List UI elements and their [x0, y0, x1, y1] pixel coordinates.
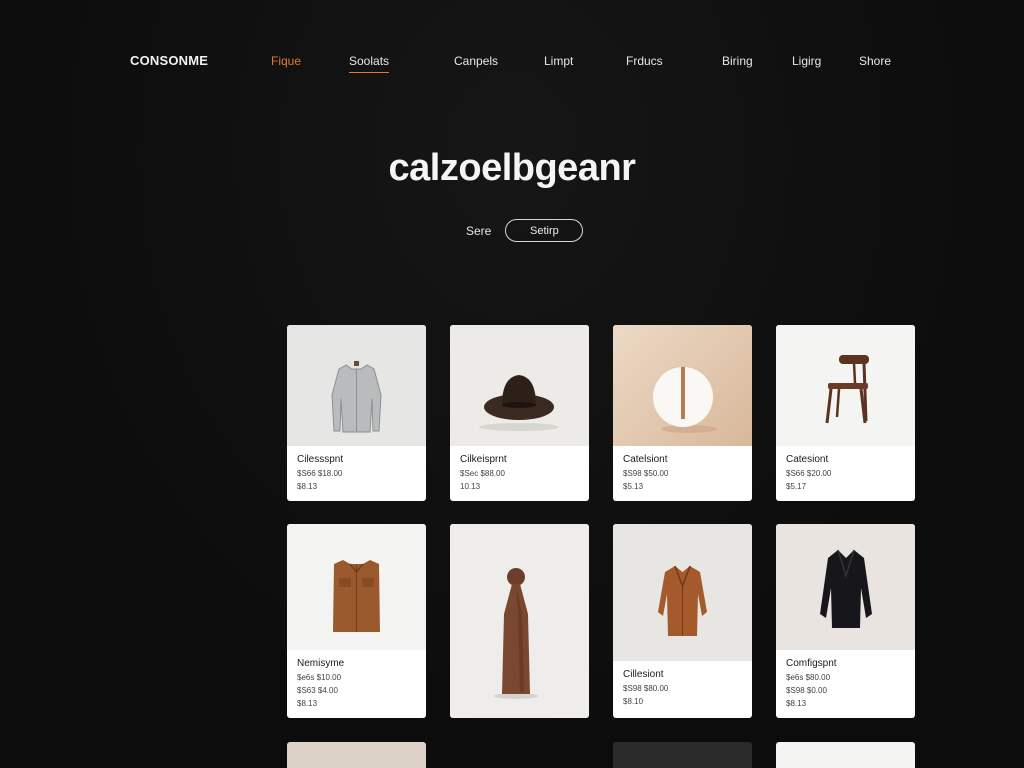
nav-item-ligirg[interactable]: Ligirg [792, 54, 821, 68]
product-card-10[interactable] [613, 742, 752, 768]
product-price-tertiary: $8.13 [297, 699, 318, 708]
chair-image [776, 325, 915, 446]
product-price-secondary: $S98 $0.00 [786, 686, 827, 695]
product-price: $Sec $88.00 [460, 469, 505, 478]
product-card-2[interactable]: Cilkeisprnt $Sec $88.00 10.13 [450, 325, 589, 501]
product-name: Catelsiont [623, 454, 668, 465]
save-link[interactable]: Sere [466, 224, 491, 238]
product-price: $e6s $10.00 [297, 673, 342, 682]
product-card-6[interactable] [450, 524, 589, 718]
coat-image [613, 524, 752, 661]
blazer-image [776, 524, 915, 650]
hero-title: calzoelbgeanr [388, 147, 636, 189]
nav-item-shore[interactable]: Shore [859, 54, 891, 68]
nav-item-biring[interactable]: Biring [722, 54, 753, 68]
sculpture-image [450, 524, 589, 718]
product-price-secondary: $5.17 [786, 482, 807, 491]
nav-item-fique[interactable]: Fique [271, 54, 301, 68]
product-price: $S66 $18.00 [297, 469, 343, 478]
product-card-9[interactable] [287, 742, 426, 768]
product-price: $S66 $20.00 [786, 469, 832, 478]
product-name: Nemisyme [297, 658, 345, 669]
product-name: Catesiont [786, 454, 829, 465]
product-card-11[interactable] [776, 742, 915, 768]
setup-button[interactable]: Setirp [505, 219, 584, 242]
product-price-secondary: $8.13 [297, 482, 318, 491]
product-price-secondary: 10.13 [460, 482, 481, 491]
product-card-5[interactable]: Nemisyme $e6s $10.00 $S63 $4.00 $8.13 [287, 524, 426, 718]
product-card-7[interactable]: Cillesiont $S98 $80.00 $8.10 [613, 524, 752, 718]
hero-actions: Sere Setirp [466, 219, 584, 242]
product-card-4[interactable]: Catesiont $S66 $20.00 $5.17 [776, 325, 915, 501]
product-card-8[interactable]: Comfigspnt $e6s $80.00 $S98 $0.00 $8.13 [776, 524, 915, 718]
product-price: $S98 $80.00 [623, 684, 669, 693]
brand-logo[interactable]: CONSONME [130, 53, 208, 68]
product-name: Cillesiont [623, 669, 664, 680]
product-price-secondary: $5.13 [623, 482, 644, 491]
product-price-secondary: $8.10 [623, 697, 644, 706]
nav-item-canpels[interactable]: Canpels [454, 54, 498, 68]
lamp-image [613, 325, 752, 446]
hat-image [450, 325, 589, 446]
product-price: $S98 $50.00 [623, 469, 669, 478]
product-price: $e6s $80.00 [786, 673, 831, 682]
product-name: Cilessspnt [297, 454, 344, 465]
product-name: Comfigspnt [786, 658, 837, 669]
product-card-3[interactable]: Catelsiont $S98 $50.00 $5.13 [613, 325, 752, 501]
product-price-secondary: $S63 $4.00 [297, 686, 338, 695]
product-name: Cilkeisprnt [460, 454, 507, 465]
nav-item-soolats[interactable]: Soolats [349, 54, 390, 73]
product-card-1[interactable]: Cilessspnt $S66 $18.00 $8.13 [287, 325, 426, 501]
page: CONSONME Fique Soolats Canpels Limpt Frd… [0, 0, 1024, 768]
nav-item-limpt[interactable]: Limpt [544, 54, 573, 68]
nav-item-frducs[interactable]: Frducs [626, 54, 663, 68]
jacket-image [287, 524, 426, 650]
shirt-image [287, 325, 426, 446]
product-price-tertiary: $8.13 [786, 699, 807, 708]
